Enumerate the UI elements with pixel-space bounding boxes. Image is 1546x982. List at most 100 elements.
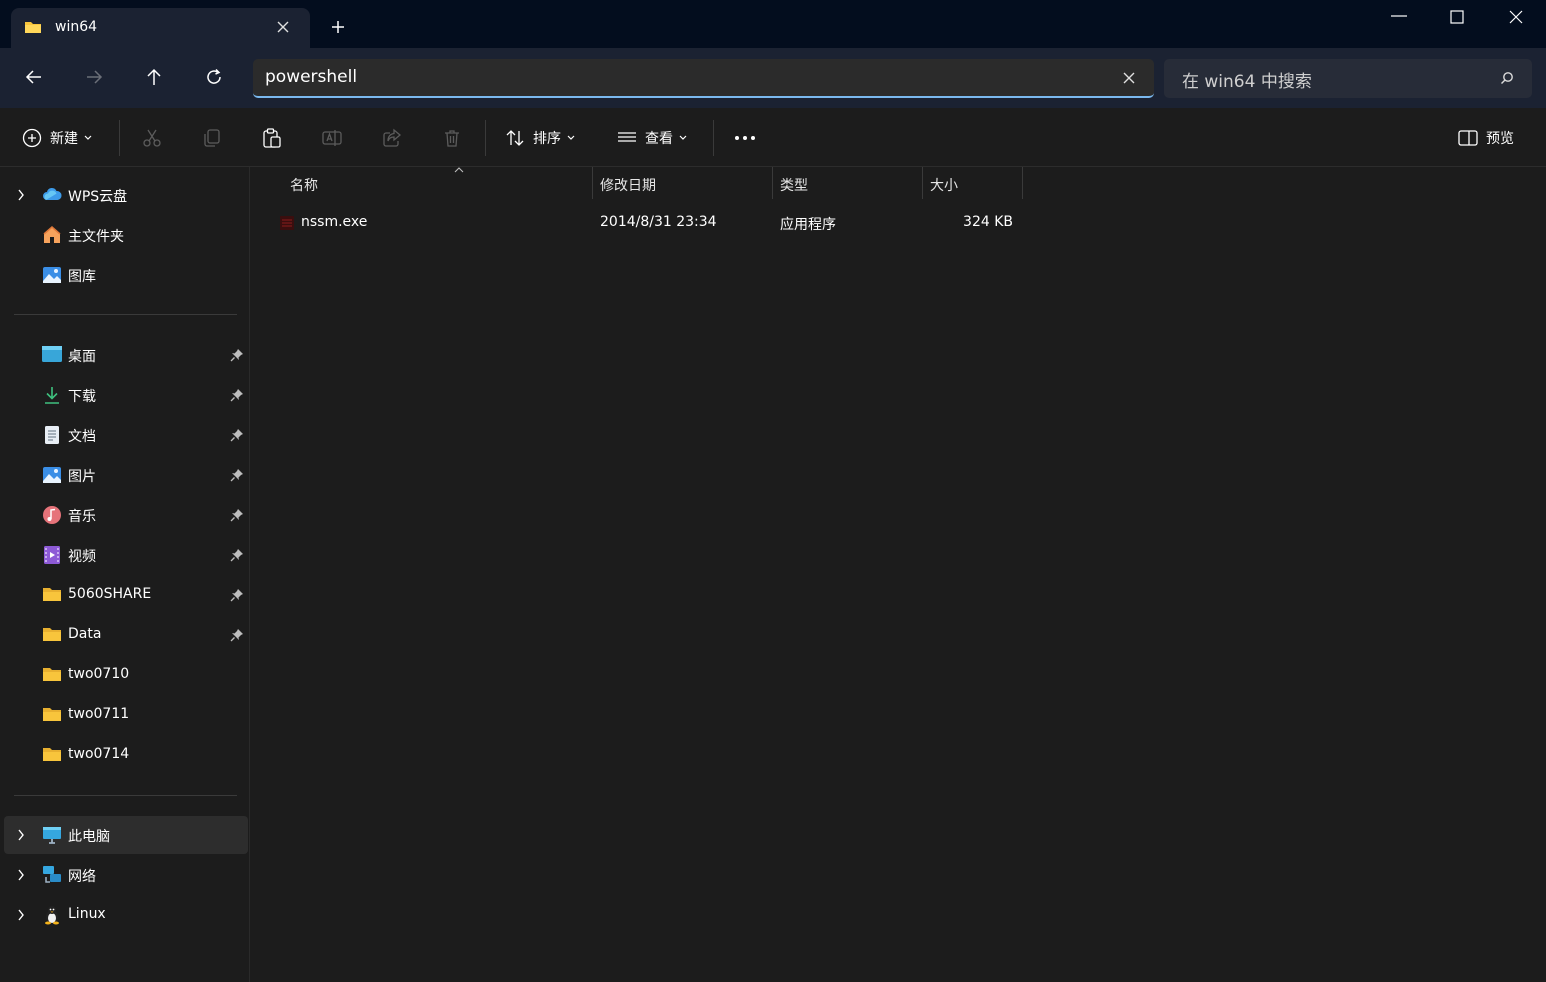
copy-icon — [202, 128, 222, 148]
column-header-name[interactable]: 名称 — [273, 167, 593, 199]
sidebar-item-label: 桌面 — [68, 349, 96, 365]
pin-icon[interactable] — [230, 588, 244, 602]
table-row[interactable]: nssm.exe 2014/8/31 23:34 应用程序 324 KB — [273, 207, 1023, 239]
sidebar-item-label: two0710 — [68, 666, 130, 682]
sidebar-item-downloads[interactable]: 下载 — [4, 376, 248, 414]
sidebar-item-documents[interactable]: 文档 — [4, 416, 248, 454]
cut-button[interactable] — [142, 108, 162, 167]
sidebar-item-music[interactable]: 音乐 — [4, 496, 248, 534]
column-label: 名称 — [290, 178, 318, 194]
sidebar-item-pictures[interactable]: 图片 — [4, 456, 248, 494]
chevron-right-icon[interactable] — [17, 869, 25, 881]
share-button[interactable] — [382, 108, 402, 167]
paste-button[interactable] — [262, 108, 282, 167]
preview-pane-icon — [1458, 129, 1478, 146]
cloud-icon — [42, 185, 62, 205]
forward-icon[interactable] — [85, 68, 103, 86]
more-icon — [734, 135, 756, 141]
address-input[interactable]: powershell — [265, 67, 357, 87]
pc-icon — [42, 825, 62, 845]
more-options-button[interactable] — [734, 108, 756, 167]
preview-label: 预览 — [1486, 130, 1514, 147]
search-icon[interactable] — [1500, 71, 1514, 85]
column-header-type[interactable]: 类型 — [773, 167, 923, 199]
column-header-size[interactable]: 大小 — [923, 167, 1023, 199]
sidebar-item-label: Linux — [68, 906, 106, 922]
chevron-down-icon — [567, 135, 575, 141]
copy-button[interactable] — [202, 108, 222, 167]
column-label: 大小 — [930, 178, 958, 194]
sidebar-item-label: 下载 — [68, 389, 96, 405]
column-label: 类型 — [780, 178, 808, 194]
column-separator[interactable] — [1022, 167, 1023, 199]
window-tab[interactable]: win64 — [11, 8, 310, 48]
video-icon — [42, 545, 62, 565]
new-button[interactable]: 新建 — [22, 108, 92, 167]
chevron-right-icon[interactable] — [17, 909, 25, 921]
sidebar-item-two0710[interactable]: two0710 — [4, 656, 248, 694]
sidebar-item-gallery[interactable]: 图库 — [4, 256, 248, 294]
sidebar-item-two0714[interactable]: two0714 — [4, 736, 248, 774]
sidebar-item-label: 5060SHARE — [68, 586, 152, 602]
share-icon — [382, 128, 402, 148]
view-button[interactable]: 查看 — [617, 108, 687, 167]
rename-button[interactable] — [322, 108, 342, 167]
sort-label: 排序 — [533, 130, 561, 147]
sidebar-item-videos[interactable]: 视频 — [4, 536, 248, 574]
network-icon — [42, 865, 62, 885]
folder-icon — [42, 585, 62, 603]
sidebar-item-two0711[interactable]: two0711 — [4, 696, 248, 734]
sidebar-item-label: 主文件夹 — [68, 229, 124, 245]
trash-icon — [442, 128, 462, 148]
sidebar-item-linux[interactable]: Linux — [4, 896, 248, 934]
refresh-icon[interactable] — [205, 68, 223, 86]
pictures-icon — [42, 465, 62, 485]
folder-icon — [42, 665, 62, 683]
new-tab-icon[interactable] — [330, 19, 346, 35]
back-icon[interactable] — [25, 68, 43, 86]
pin-icon[interactable] — [230, 508, 244, 522]
maximize-icon[interactable] — [1450, 10, 1464, 24]
pin-icon[interactable] — [230, 548, 244, 562]
sidebar-item-5060share[interactable]: 5060SHARE — [4, 576, 248, 614]
chevron-right-icon[interactable] — [17, 829, 25, 841]
divider — [485, 120, 486, 156]
sidebar-item-desktop[interactable]: 桌面 — [4, 336, 248, 374]
sort-button[interactable]: 排序 — [505, 108, 575, 167]
sidebar-item-this-pc[interactable]: 此电脑 — [4, 816, 248, 854]
column-header-modified[interactable]: 修改日期 — [593, 167, 773, 199]
sidebar-item-network[interactable]: 网络 — [4, 856, 248, 894]
search-input[interactable]: 在 win64 中搜索 — [1182, 67, 1312, 92]
up-icon[interactable] — [145, 68, 163, 86]
rename-icon — [322, 128, 342, 148]
file-name: nssm.exe — [301, 214, 368, 230]
close-icon[interactable] — [1508, 9, 1524, 25]
pin-icon[interactable] — [230, 428, 244, 442]
preview-button[interactable]: 预览 — [1458, 108, 1514, 167]
divider — [713, 120, 714, 156]
title-bar: win64 — [0, 0, 1546, 48]
sidebar-item-label: two0711 — [68, 706, 130, 722]
clear-address-icon[interactable] — [1122, 71, 1136, 85]
command-bar: 新建 排序 查看 预览 — [0, 108, 1546, 167]
pin-icon[interactable] — [230, 468, 244, 482]
chevron-right-icon[interactable] — [17, 189, 25, 201]
pin-icon[interactable] — [230, 628, 244, 642]
chevron-down-icon — [84, 135, 92, 141]
divider — [119, 120, 120, 156]
tab-close-icon[interactable] — [276, 20, 290, 34]
delete-button[interactable] — [442, 108, 462, 167]
search-box[interactable]: 在 win64 中搜索 — [1164, 59, 1532, 98]
sidebar-item-home[interactable]: 主文件夹 — [4, 216, 248, 254]
sidebar-item-data[interactable]: Data — [4, 616, 248, 654]
pin-icon[interactable] — [230, 388, 244, 402]
pin-icon[interactable] — [230, 348, 244, 362]
sidebar-divider — [14, 314, 237, 315]
folder-icon — [42, 625, 62, 643]
chevron-down-icon — [679, 135, 687, 141]
sidebar-item-wps-cloud[interactable]: WPS云盘 — [4, 176, 248, 214]
navigation-pane: WPS云盘 主文件夹 图库 桌面 下载 文档 图片 音乐 视频 5060SHAR… — [0, 167, 250, 982]
file-modified: 2014/8/31 23:34 — [600, 214, 717, 230]
address-bar[interactable]: powershell — [253, 59, 1154, 98]
minimize-icon[interactable] — [1391, 15, 1407, 17]
